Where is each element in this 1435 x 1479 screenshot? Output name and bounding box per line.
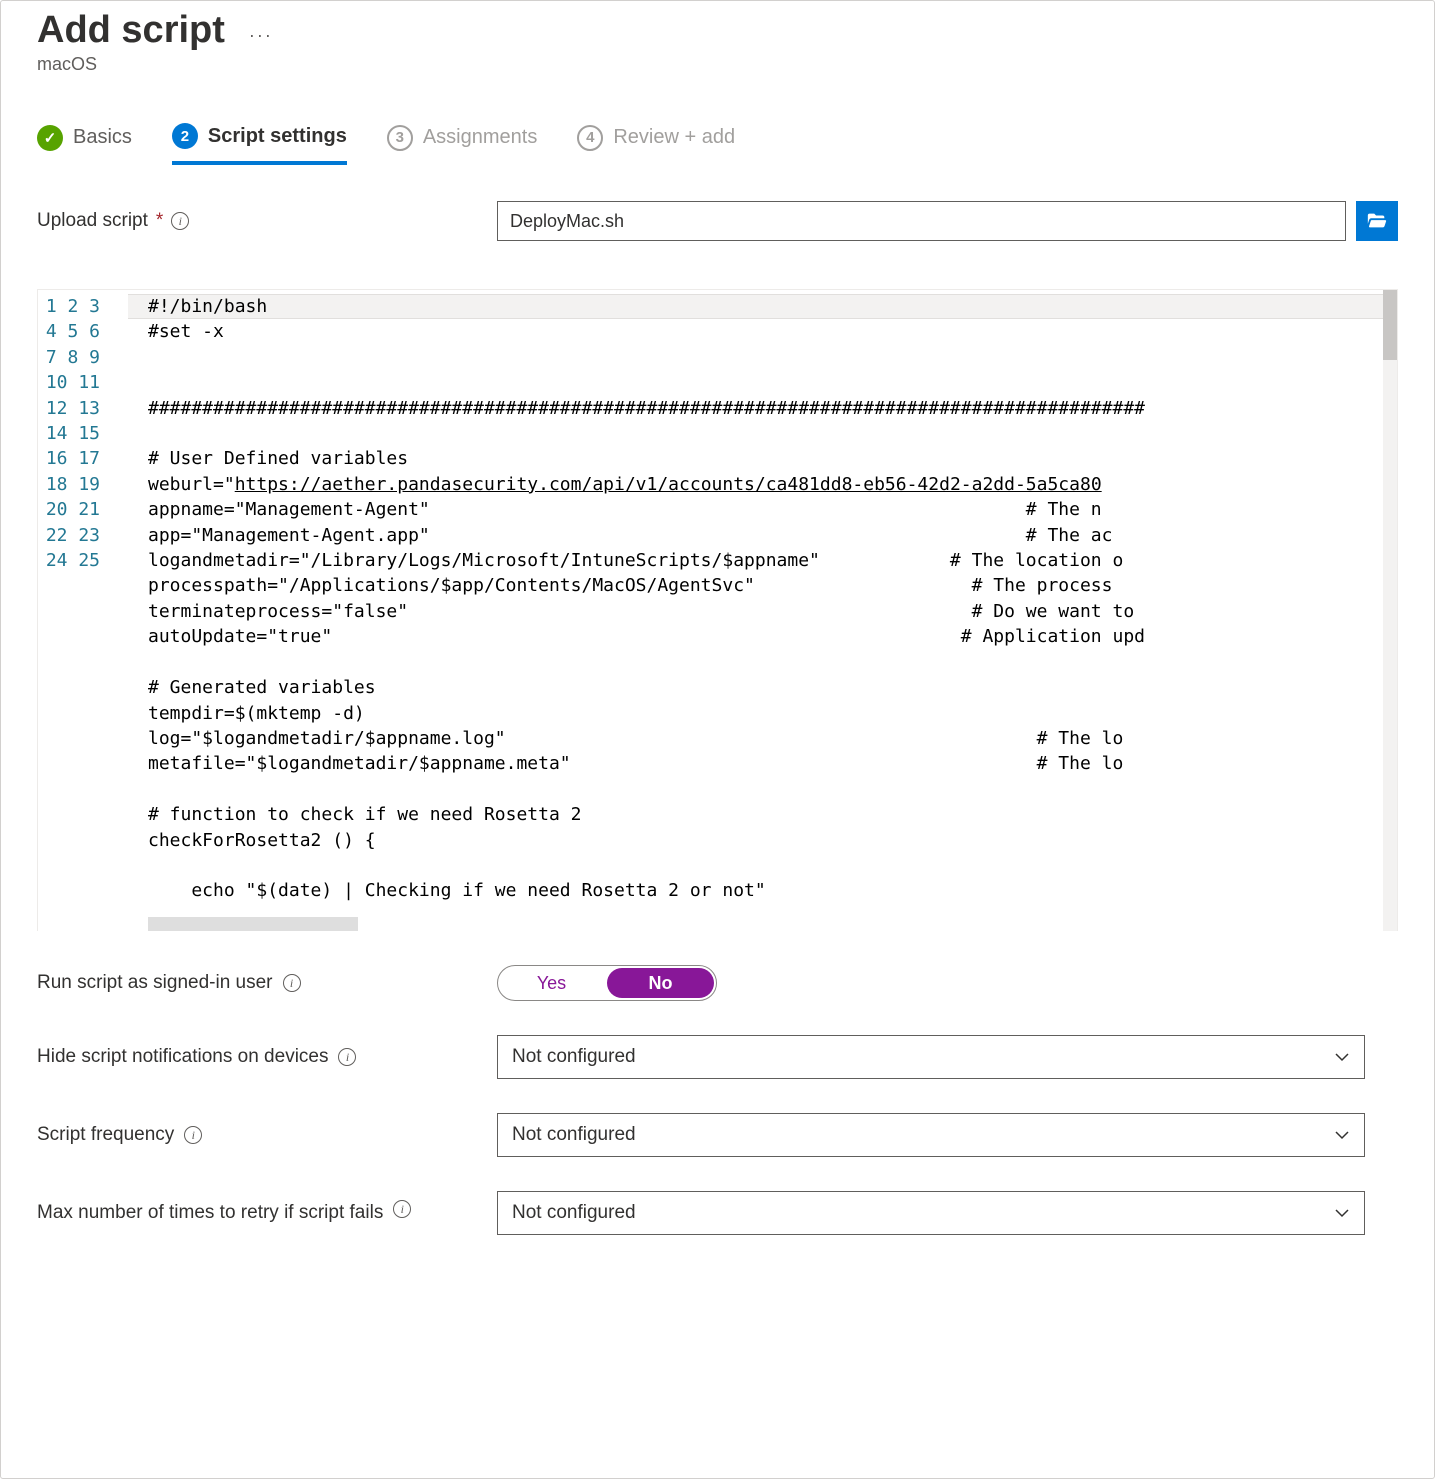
wizard-steps: Basics 2 Script settings 3 Assignments 4… — [37, 123, 1398, 165]
select-value: Not configured — [512, 1124, 636, 1146]
chevron-down-icon — [1334, 1049, 1350, 1065]
editor-horizontal-scrollbar[interactable] — [128, 917, 1383, 931]
step-label: Assignments — [423, 126, 538, 149]
step-number: 4 — [577, 125, 603, 151]
info-icon[interactable]: i — [338, 1048, 356, 1066]
step-script-settings[interactable]: 2 Script settings — [172, 123, 347, 165]
retry-count-label: Max number of times to retry if script f… — [37, 1200, 497, 1226]
more-icon[interactable]: ··· — [249, 15, 273, 46]
step-label: Basics — [73, 126, 132, 149]
required-indicator: * — [156, 210, 163, 232]
browse-file-button[interactable] — [1356, 201, 1398, 241]
editor-gutter: 1 2 3 4 5 6 7 8 9 10 11 12 13 14 15 16 1… — [38, 290, 128, 931]
hide-notifications-select[interactable]: Not configured — [497, 1035, 1365, 1079]
scrollbar-thumb[interactable] — [1383, 290, 1397, 360]
script-frequency-label: Script frequency i — [37, 1124, 497, 1146]
select-value: Not configured — [512, 1046, 636, 1068]
step-assignments[interactable]: 3 Assignments — [387, 123, 538, 164]
upload-filename-input[interactable] — [497, 201, 1346, 241]
step-label: Script settings — [208, 125, 347, 148]
editor-vertical-scrollbar[interactable] — [1383, 290, 1397, 931]
folder-open-icon — [1366, 210, 1388, 232]
info-icon[interactable]: i — [283, 974, 301, 992]
info-icon[interactable]: i — [184, 1126, 202, 1144]
checkmark-icon — [44, 129, 57, 147]
toggle-no[interactable]: No — [607, 968, 714, 998]
upload-script-label: Upload script * i — [37, 210, 497, 232]
run-as-user-label: Run script as signed-in user i — [37, 972, 497, 994]
chevron-down-icon — [1334, 1205, 1350, 1221]
run-as-user-toggle[interactable]: Yes No — [497, 965, 717, 1001]
script-editor[interactable]: 1 2 3 4 5 6 7 8 9 10 11 12 13 14 15 16 1… — [37, 289, 1398, 931]
hide-notifications-label: Hide script notifications on devices i — [37, 1046, 497, 1068]
step-number: 2 — [172, 123, 198, 149]
select-value: Not configured — [512, 1202, 636, 1224]
editor-code[interactable]: #!/bin/bash #set -x ####################… — [128, 290, 1383, 931]
toggle-yes[interactable]: Yes — [498, 966, 605, 1000]
info-icon[interactable]: i — [393, 1200, 411, 1218]
scrollbar-thumb[interactable] — [148, 917, 358, 931]
script-frequency-select[interactable]: Not configured — [497, 1113, 1365, 1157]
page-subtitle: macOS — [37, 54, 1398, 75]
page-title: Add script — [37, 9, 225, 52]
retry-count-select[interactable]: Not configured — [497, 1191, 1365, 1235]
step-number: 3 — [387, 125, 413, 151]
step-review-add[interactable]: 4 Review + add — [577, 123, 735, 164]
chevron-down-icon — [1334, 1127, 1350, 1143]
step-basics[interactable]: Basics — [37, 123, 132, 164]
step-label: Review + add — [613, 126, 735, 149]
info-icon[interactable]: i — [171, 212, 189, 230]
